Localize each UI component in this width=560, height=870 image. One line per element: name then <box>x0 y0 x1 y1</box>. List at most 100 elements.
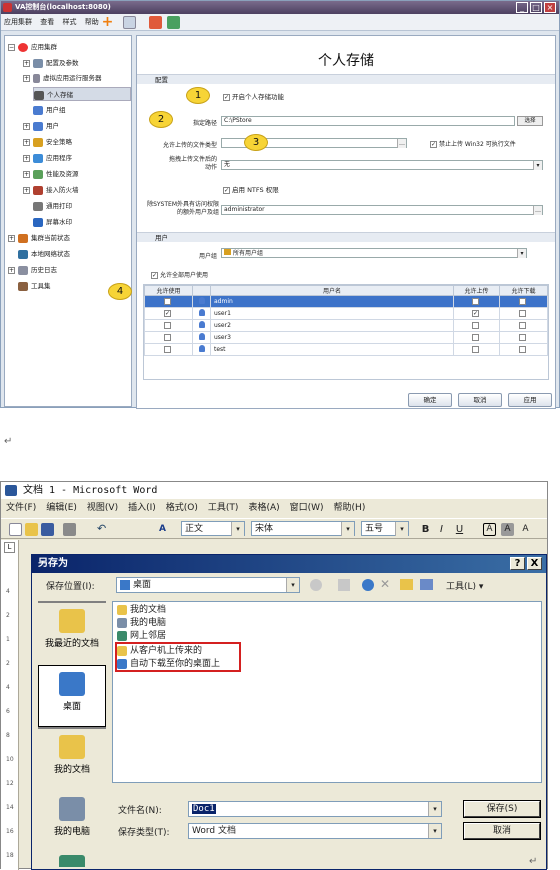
styles-icon[interactable]: A <box>159 523 172 536</box>
size-select[interactable]: 五号 ▾ <box>361 521 409 536</box>
italic-icon[interactable]: I <box>435 523 448 536</box>
report-icon[interactable] <box>149 16 162 29</box>
allow-checkbox[interactable] <box>164 346 171 353</box>
place-desktop[interactable]: 桌面 <box>38 665 106 727</box>
maximize-icon[interactable]: □ <box>530 2 542 13</box>
word-menu-item[interactable]: 格式(O) <box>161 499 203 517</box>
col-download[interactable]: 允许下载 <box>499 285 548 296</box>
place-my-computer[interactable]: 我的电脑 <box>38 791 106 853</box>
menu-style[interactable]: 样式 <box>59 14 79 31</box>
ruler-tab-icon[interactable]: L <box>4 542 15 553</box>
col-allow[interactable]: 允许使用 <box>144 285 193 296</box>
menu-help[interactable]: 帮助 <box>82 14 102 31</box>
allow-checkbox[interactable]: ✓ <box>164 310 171 317</box>
tree-item-servers[interactable]: + 虚拟应用运行服务器 <box>23 71 102 85</box>
usergroup-select[interactable]: 所有用户组 ▾ <box>221 248 527 258</box>
ok-button[interactable]: 确定 <box>408 393 452 407</box>
download-checkbox[interactable] <box>519 310 526 317</box>
download-checkbox[interactable] <box>519 346 526 353</box>
char-border-icon[interactable]: A <box>483 523 496 536</box>
table-row[interactable]: test <box>144 343 548 356</box>
upload-checkbox[interactable] <box>472 322 479 329</box>
word-menu-item[interactable]: 窗口(W) <box>285 499 329 517</box>
font-select[interactable]: 宋体 ▾ <box>251 521 355 536</box>
ellipsis-icon[interactable]: … <box>397 139 406 148</box>
expand-icon[interactable]: + <box>23 59 30 67</box>
back-icon[interactable] <box>310 579 322 591</box>
file-item-my-documents[interactable]: 我的文档 <box>117 604 166 616</box>
extra-users-input[interactable]: administrator… <box>221 205 543 215</box>
table-row[interactable]: user2 <box>144 319 548 332</box>
chevron-down-icon[interactable]: ▾ <box>231 522 244 536</box>
text-effect-icon[interactable]: A <box>519 523 532 536</box>
expand-icon[interactable]: + <box>23 170 30 178</box>
place-my-documents[interactable]: 我的文档 <box>38 729 106 791</box>
chevron-down-icon[interactable]: ▾ <box>428 802 441 816</box>
col-upload[interactable]: 允许上传 <box>453 285 500 296</box>
enable-storage-checkbox[interactable]: ✓ 开启个人存储功能 <box>223 91 284 101</box>
tree-item-performance[interactable]: + 性能及资源 <box>23 167 79 181</box>
help-button[interactable]: ? <box>510 557 525 570</box>
tree-item-cluster[interactable]: − 应用集群 <box>8 40 57 54</box>
ellipsis-icon[interactable]: … <box>533 206 542 215</box>
chart-icon[interactable] <box>167 16 180 29</box>
chevron-down-icon[interactable]: ▾ <box>286 578 299 592</box>
close-button[interactable]: X <box>527 557 542 570</box>
place-recent[interactable]: 我最近的文档 <box>38 603 106 665</box>
new-folder-icon[interactable] <box>400 579 413 590</box>
delete-icon[interactable]: ✕ <box>380 577 390 591</box>
location-select[interactable]: 桌面 ▾ <box>116 577 300 593</box>
download-checkbox[interactable]: ✓ <box>519 298 526 305</box>
chevron-down-icon[interactable]: ▾ <box>341 522 354 536</box>
upload-checkbox[interactable] <box>472 334 479 341</box>
collapse-icon[interactable]: − <box>8 43 15 51</box>
tree-item-user-groups[interactable]: 用户组 <box>33 103 66 117</box>
file-item-auto-download[interactable]: 自动下载至你的桌面上 <box>117 658 220 670</box>
tree-item-firewall[interactable]: + 接入防火墙 <box>23 183 79 197</box>
tree-item-security[interactable]: + 安全策略 <box>23 135 72 149</box>
tree-item-personal-storage[interactable]: 个人存储 <box>33 87 131 101</box>
tree-item-watermark[interactable]: 屏幕水印 <box>33 215 72 229</box>
save-icon[interactable] <box>41 523 54 536</box>
word-menu-item[interactable]: 表格(A) <box>243 499 284 517</box>
underline-icon[interactable]: U <box>453 523 466 536</box>
up-folder-icon[interactable] <box>338 579 350 591</box>
tools-menu[interactable]: 工具(L) ▾ <box>446 579 483 592</box>
close-icon[interactable]: × <box>544 2 556 13</box>
tree-item-users[interactable]: + 用户 <box>23 119 59 133</box>
tree-item-logs[interactable]: + 历史日志 <box>8 263 57 277</box>
browse-button[interactable]: 选择 <box>517 116 543 126</box>
chevron-down-icon[interactable]: ▾ <box>428 824 441 838</box>
search-tool-icon[interactable] <box>123 16 136 29</box>
expand-icon[interactable]: + <box>23 138 30 146</box>
chevron-down-icon[interactable]: ▾ <box>517 249 526 258</box>
allow-checkbox[interactable]: ✓ <box>164 298 171 305</box>
place-network[interactable] <box>38 853 106 867</box>
file-item-network[interactable]: 网上邻居 <box>117 630 166 642</box>
filename-input[interactable]: Doc1 ▾ <box>188 801 442 817</box>
new-document-icon[interactable] <box>9 523 22 536</box>
path-input[interactable]: C:\PStore <box>221 116 515 126</box>
add-icon[interactable]: + <box>101 15 114 29</box>
search-web-icon[interactable] <box>362 579 374 591</box>
word-menu-item[interactable]: 插入(I) <box>123 499 161 517</box>
allow-all-users-checkbox[interactable]: ✓ 允许全部用户使用 <box>151 270 208 279</box>
expand-icon[interactable]: + <box>23 186 30 194</box>
col-username-header[interactable]: 用户名 <box>210 285 454 296</box>
upload-checkbox[interactable]: ✓ <box>472 298 479 305</box>
chevron-down-icon[interactable]: ▾ <box>395 522 408 536</box>
word-menu-item[interactable]: 视图(V) <box>82 499 123 517</box>
tree-item-apps[interactable]: + 应用程序 <box>23 151 72 165</box>
print-icon[interactable] <box>63 523 76 536</box>
save-button[interactable]: 保存(S) <box>463 800 541 818</box>
tree-item-tools[interactable]: 工具集 <box>18 279 51 293</box>
bold-icon[interactable]: B <box>419 523 432 536</box>
download-checkbox[interactable] <box>519 322 526 329</box>
filetype-select[interactable]: Word 文档 ▾ <box>188 823 442 839</box>
expand-icon[interactable]: + <box>23 122 30 130</box>
style-select[interactable]: 正文 ▾ <box>181 521 245 536</box>
tree-item-config[interactable]: + 配置及参数 <box>23 56 79 70</box>
table-row[interactable]: ✓ user1 ✓ <box>144 307 548 320</box>
upload-checkbox[interactable]: ✓ <box>472 310 479 317</box>
word-menu-item[interactable]: 编辑(E) <box>41 499 82 517</box>
